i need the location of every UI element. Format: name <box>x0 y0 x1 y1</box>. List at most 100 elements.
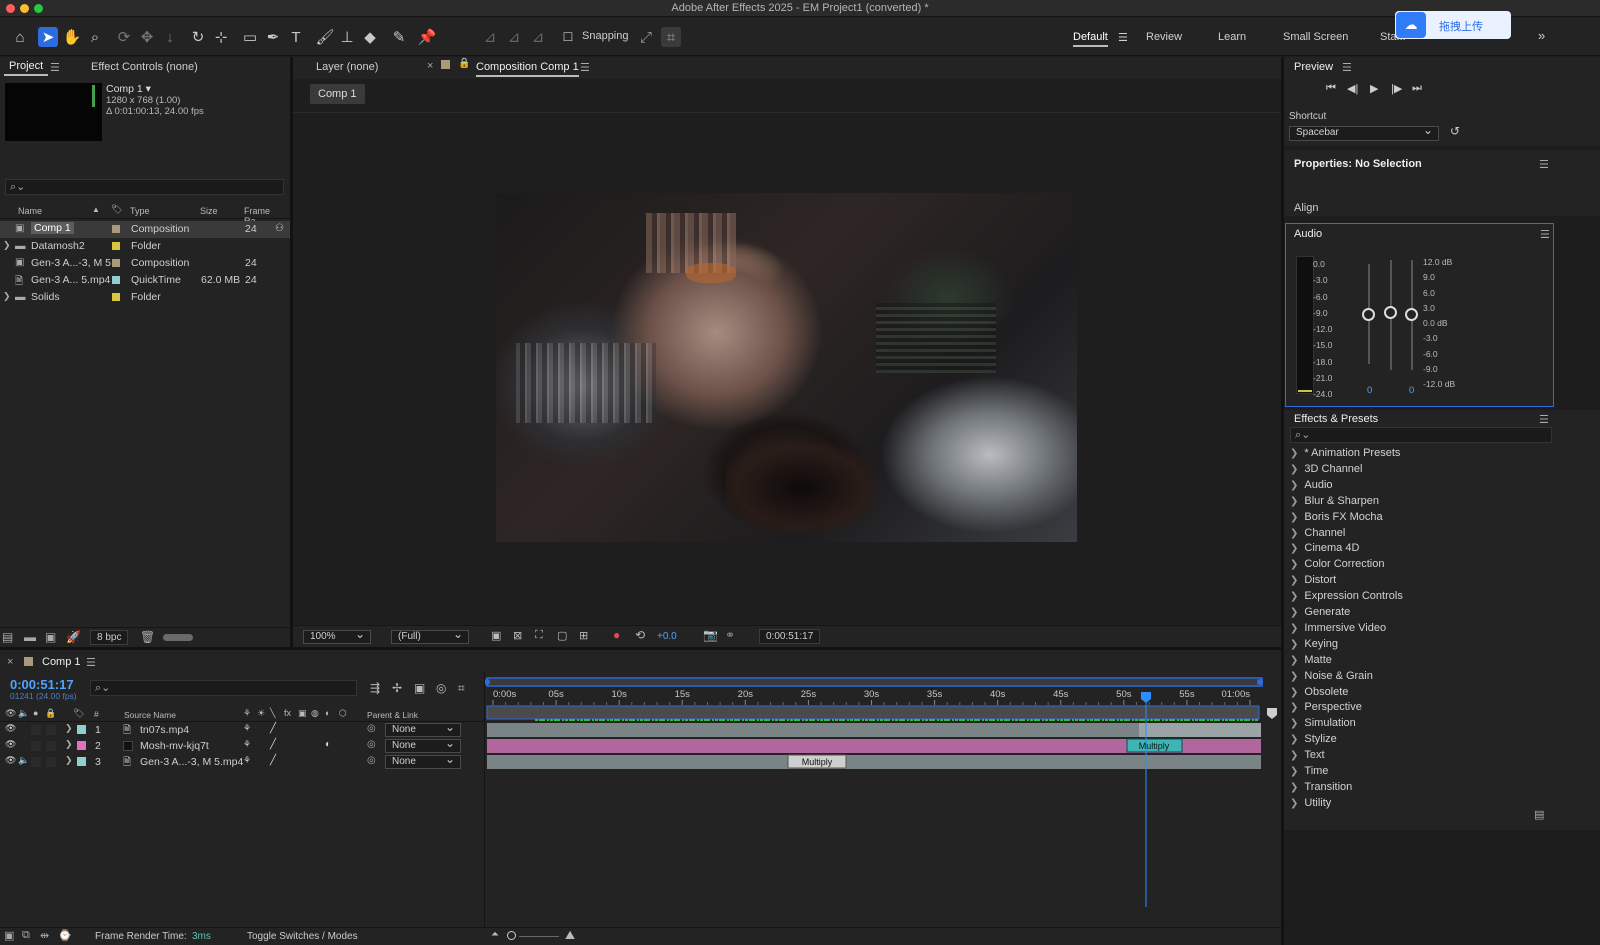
breadcrumb[interactable]: Comp 1 <box>310 84 365 104</box>
shy-switch-icon[interactable]: ⚘ <box>243 723 251 734</box>
master-fader-knob[interactable] <box>1384 306 1397 319</box>
audio-speaker-icon[interactable]: 🔈 <box>18 755 29 766</box>
flowchart-icon[interactable]: ⚇ <box>275 223 284 234</box>
effects-category-item[interactable]: ❯ Simulation <box>1290 717 1356 732</box>
align-section[interactable]: Align <box>1294 202 1318 214</box>
effects-category-item[interactable]: ❯ * Animation Presets <box>1290 447 1400 462</box>
audio-switch-icon[interactable]: 🔈 <box>18 708 29 719</box>
solo-toggle[interactable] <box>31 741 41 751</box>
video-switch-icon[interactable]: 👁 <box>5 708 16 719</box>
timeline-graph[interactable]: 0:00s 05s 10s 15s 20s 25s 30s 35s 40s 45s 50s 55s 01… <box>485 672 1281 927</box>
project-panel-menu-icon[interactable]: ☰ <box>50 61 60 74</box>
layer-name[interactable]: Mosh-mv-kjq7t <box>140 740 209 752</box>
layer-label-swatch[interactable] <box>77 741 86 750</box>
layer-bar-1-tail[interactable] <box>1139 723 1261 737</box>
expand-chevron-icon[interactable]: ❯ <box>65 723 73 734</box>
composition-panel-menu-icon[interactable]: ☰ <box>580 61 590 74</box>
anchor-point-tool-icon[interactable]: ⊹ <box>211 27 231 47</box>
lock-icon[interactable]: 🔒 <box>458 58 470 69</box>
comp-mini-flowchart-icon[interactable]: ⇶ <box>370 681 380 695</box>
3d-layer-switch-icon[interactable]: ⬡ <box>339 708 347 719</box>
color-channels-icon[interactable]: ● <box>613 628 620 642</box>
render-time-icon[interactable]: ⌚ <box>58 929 72 942</box>
tab-effect-controls[interactable]: Effect Controls (none) <box>91 61 198 73</box>
expand-chevron-icon[interactable]: ❯ <box>1290 766 1298 777</box>
selection-tool-icon[interactable]: ➤ <box>38 27 58 47</box>
previous-frame-icon[interactable]: ◀| <box>1347 82 1358 95</box>
expand-chevron-icon[interactable]: ❯ <box>3 240 11 251</box>
shy-switch-icon[interactable]: ⚘ <box>243 739 251 750</box>
left-channel-value[interactable]: 0 <box>1367 385 1372 396</box>
expand-chevron-icon[interactable]: ❯ <box>1290 464 1298 475</box>
frame-blending-icon[interactable]: ◎ <box>436 681 446 695</box>
layer-name[interactable]: Gen-3 A...-3, M 5.mp4 <box>140 756 243 768</box>
exposure-value[interactable]: +0.0 <box>657 631 677 642</box>
next-frame-icon[interactable]: |▶ <box>1391 82 1402 95</box>
graph-editor-icon[interactable]: ⌗ <box>458 681 465 696</box>
parent-dropdown[interactable]: None <box>385 753 461 769</box>
effects-category-item[interactable]: ❯ Audio <box>1290 479 1333 494</box>
bpc-button[interactable]: 8 bpc <box>90 630 129 645</box>
shy-switch-icon[interactable]: ⚘ <box>243 708 251 719</box>
expand-chevron-icon[interactable]: ❯ <box>1290 496 1298 507</box>
type-tool-icon[interactable]: T <box>286 27 306 47</box>
hand-tool-icon[interactable]: ✋ <box>62 27 82 47</box>
solo-toggle[interactable] <box>31 757 41 767</box>
axis-world-icon[interactable]: ⊿ <box>504 27 524 47</box>
label-color-swatch[interactable] <box>112 242 120 250</box>
show-snapshot-icon[interactable]: ⚭ <box>725 628 735 642</box>
transparency-grid-icon[interactable]: ⊠ <box>513 629 522 642</box>
time-zoom-slider[interactable] <box>519 936 559 937</box>
rotation-tool-icon[interactable]: ↻ <box>188 27 208 47</box>
upload-widget[interactable]: ☁ 拖拽上传 <box>1395 11 1511 39</box>
thumbnail-size-slider[interactable] <box>163 634 193 641</box>
layer-row-1[interactable]: 👁 ❯ 1 🗎 tn07s.mp4 ⚘ ╱ ◎ None <box>0 721 484 738</box>
expand-chevron-icon[interactable]: ❯ <box>1290 782 1298 793</box>
playhead-handle[interactable] <box>1141 692 1151 703</box>
transfer-controls-icon[interactable]: ⧉ <box>22 929 30 942</box>
visibility-eye-icon[interactable]: 👁 <box>5 723 16 734</box>
effects-category-item[interactable]: ❯ Immersive Video <box>1290 622 1386 637</box>
effects-category-item[interactable]: ❯ Blur & Sharpen <box>1290 495 1379 510</box>
effects-category-item[interactable]: ❯ Perspective <box>1290 701 1362 716</box>
label-column-icon[interactable]: 🏷 <box>73 708 84 719</box>
trash-icon[interactable]: 🗑 <box>140 630 155 644</box>
resolution-dropdown[interactable]: (Full) <box>391 628 469 644</box>
layer-label-swatch[interactable] <box>77 725 86 734</box>
work-area-end-marker[interactable] <box>1267 708 1277 719</box>
axis-local-icon[interactable]: ⊿ <box>480 27 500 47</box>
new-preset-icon[interactable]: ▤ <box>1534 808 1544 821</box>
column-parent-link[interactable]: Parent & Link <box>367 710 418 720</box>
project-item-comp1[interactable]: ▣ Comp 1 Composition 24 ⚇ <box>0 221 290 238</box>
time-zoom-handle[interactable] <box>507 931 516 940</box>
lock-toggle[interactable] <box>46 741 56 751</box>
quality-switch-icon[interactable]: ╱ <box>270 723 276 734</box>
lock-toggle[interactable] <box>46 725 56 735</box>
puppet-tool-icon[interactable]: 📌 <box>417 27 437 47</box>
right-fader-knob[interactable] <box>1405 308 1418 321</box>
label-color-swatch[interactable] <box>112 276 120 284</box>
layer-label-swatch[interactable] <box>77 757 86 766</box>
project-item-gen3-mp4[interactable]: 🗎 Gen-3 A... 5.mp4 QuickTime 62.0 MB 24 <box>0 272 290 289</box>
preview-menu-icon[interactable]: ☰ <box>1342 61 1352 74</box>
in-out-panel-icon[interactable]: ⇹ <box>40 929 49 942</box>
current-time-display[interactable]: 0:00:51:17 <box>759 629 821 644</box>
snapping-checkbox[interactable]: ☐ <box>558 27 578 47</box>
grid-guides-icon[interactable]: ⊞ <box>579 629 588 642</box>
motion-blur-switch-icon[interactable]: ◍ <box>311 708 319 719</box>
expand-chevron-icon[interactable]: ❯ <box>1290 639 1298 650</box>
pan-camera-icon[interactable]: ✥ <box>137 27 157 47</box>
snap-option-icon[interactable]: ⤢ <box>636 27 656 47</box>
effects-category-item[interactable]: ❯ Matte <box>1290 654 1332 669</box>
expand-chevron-icon[interactable]: ❯ <box>1290 512 1298 523</box>
column-name[interactable]: Name <box>18 206 42 216</box>
expand-chevron-icon[interactable]: ❯ <box>1290 798 1298 809</box>
expand-chevron-icon[interactable]: ❯ <box>1290 623 1298 634</box>
expand-chevron-icon[interactable]: ❯ <box>1290 448 1298 459</box>
lock-switch-icon[interactable]: 🔒 <box>45 708 56 719</box>
expand-chevron-icon[interactable]: ❯ <box>1290 591 1298 602</box>
column-source-name[interactable]: Source Name <box>124 710 176 720</box>
layer-row-3[interactable]: 👁 🔈 ❯ 3 🗎 Gen-3 A...-3, M 5.mp4 ⚘ ╱ ◎ No… <box>0 753 484 770</box>
layer-row-2[interactable]: 👁 ❯ 2 Mosh-mv-kjq7t ⚘ ╱ ◐ ◎ None <box>0 737 484 754</box>
shy-switch-icon[interactable]: ⚘ <box>243 755 251 766</box>
